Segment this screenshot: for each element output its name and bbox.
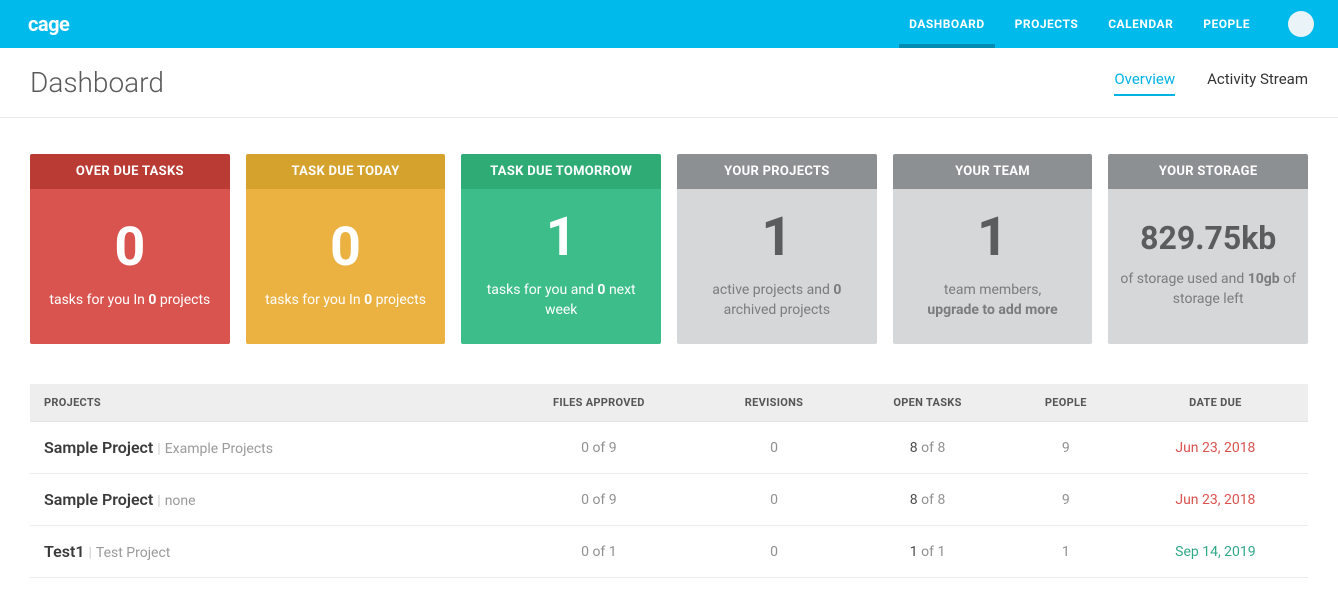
tab-overview[interactable]: Overview: [1114, 70, 1175, 96]
topbar: cage DASHBOARD PROJECTS CALENDAR PEOPLE: [0, 0, 1338, 48]
summary-card-5[interactable]: YOUR STORAGE 829.75kb of storage used and …: [1108, 154, 1308, 344]
summary-card-1[interactable]: TASK DUE TODAY 0 tasks for you In 0 projec…: [246, 154, 446, 344]
cell-project: Sample Project| Example Projects: [30, 422, 496, 474]
cell-project: Test1| Test Project: [30, 526, 496, 578]
summary-card-0[interactable]: OVER DUE TASKS 0 tasks for you In 0 projec…: [30, 154, 230, 344]
summary-card-2[interactable]: TASK DUE TOMORROW 1 tasks for you and 0 ne…: [461, 154, 661, 344]
card-value: 1: [977, 211, 1008, 265]
project-folder: none: [165, 493, 196, 509]
cell-people: 9: [1009, 474, 1123, 526]
tab-activity-stream[interactable]: Activity Stream: [1207, 70, 1308, 96]
summary-cards: OVER DUE TASKS 0 tasks for you In 0 projec…: [0, 118, 1338, 344]
cell-open-tasks: 8 of 8: [846, 422, 1009, 474]
projects-table-wrap: PROJECTSFILES APPROVEDREVISIONSOPEN TASK…: [0, 344, 1338, 598]
card-subtext: tasks for you In 0 projects: [49, 291, 210, 311]
subnav: Overview Activity Stream: [1114, 70, 1308, 96]
card-subtext: team members,upgrade to add more: [927, 281, 1057, 320]
nav-link-dashboard[interactable]: DASHBOARD: [909, 0, 984, 48]
summary-card-4[interactable]: YOUR TEAM 1 team members,upgrade to add mo…: [893, 154, 1093, 344]
projects-table-body: Sample Project|Example Projects0 of 908 …: [30, 422, 1308, 578]
card-subtext: tasks for you and 0 next week: [471, 281, 651, 320]
logo: cage: [28, 12, 69, 36]
separator: |: [157, 493, 160, 509]
cell-project: Sample Project| none: [30, 474, 496, 526]
nav-link-projects[interactable]: PROJECTS: [1015, 0, 1079, 48]
summary-card-3[interactable]: YOUR PROJECTS 1 active projects and 0 arch…: [677, 154, 877, 344]
page-title: Dashboard: [30, 66, 164, 99]
cell-files-approved: 0 of 9: [496, 422, 702, 474]
table-header: PEOPLE: [1009, 384, 1123, 422]
table-row[interactable]: Sample Project| Example Projects 0 of 908 …: [30, 422, 1308, 474]
avatar[interactable]: [1288, 11, 1314, 37]
project-name: Sample Project: [44, 490, 153, 509]
card-header: YOUR TEAM: [893, 154, 1093, 189]
card-header: YOUR PROJECTS: [677, 154, 877, 189]
table-row[interactable]: Test1| Test Project 0 of 101 of 11Sep 14, …: [30, 526, 1308, 578]
project-name: Test1: [44, 542, 84, 561]
cell-people: 9: [1009, 422, 1123, 474]
cell-revisions: 0: [702, 474, 847, 526]
project-name: Sample Project: [44, 438, 153, 457]
card-subtext: active projects and 0 archived projects: [687, 281, 867, 320]
cell-date-due: Jun 23, 2018: [1123, 474, 1308, 526]
cell-files-approved: 0 of 1: [496, 526, 702, 578]
card-header: TASK DUE TODAY: [246, 154, 446, 189]
card-value: 0: [330, 221, 361, 275]
cell-date-due: Jun 23, 2018: [1123, 422, 1308, 474]
cell-revisions: 0: [702, 526, 847, 578]
nav-link-people[interactable]: PEOPLE: [1203, 0, 1250, 48]
card-value: 1: [546, 211, 577, 265]
cell-open-tasks: 1 of 1: [846, 526, 1009, 578]
separator: |: [88, 545, 91, 561]
card-body: 1 tasks for you and 0 next week: [461, 189, 661, 344]
project-folder: Test Project: [96, 545, 170, 561]
card-body: 0 tasks for you In 0 projects: [246, 189, 446, 344]
table-row[interactable]: Sample Project| none 0 of 908 of 89Jun 23,…: [30, 474, 1308, 526]
card-header: TASK DUE TOMORROW: [461, 154, 661, 189]
card-body: 1 active projects and 0 archived projects: [677, 189, 877, 344]
card-header: YOUR STORAGE: [1108, 154, 1308, 189]
separator: |: [157, 441, 160, 457]
projects-table: PROJECTSFILES APPROVEDREVISIONSOPEN TASK…: [30, 384, 1308, 578]
card-body: 1 team members,upgrade to add more: [893, 189, 1093, 344]
card-subtext: tasks for you In 0 projects: [265, 291, 426, 311]
card-body: 829.75kb of storage used and 10gb of stor…: [1108, 189, 1308, 344]
cell-open-tasks: 8 of 8: [846, 474, 1009, 526]
cell-people: 1: [1009, 526, 1123, 578]
table-header: FILES APPROVED: [496, 384, 702, 422]
table-header: OPEN TASKS: [846, 384, 1009, 422]
table-header: REVISIONS: [702, 384, 847, 422]
subheader: Dashboard Overview Activity Stream: [0, 48, 1338, 118]
nav-link-calendar[interactable]: CALENDAR: [1108, 0, 1173, 48]
table-header: DATE DUE: [1123, 384, 1308, 422]
top-nav: DASHBOARD PROJECTS CALENDAR PEOPLE: [909, 0, 1314, 48]
card-value: 1: [761, 211, 792, 265]
card-body: 0 tasks for you In 0 projects: [30, 189, 230, 344]
cell-date-due: Sep 14, 2019: [1123, 526, 1308, 578]
table-header-row: PROJECTSFILES APPROVEDREVISIONSOPEN TASK…: [30, 384, 1308, 422]
card-value: 0: [114, 221, 145, 275]
cell-revisions: 0: [702, 422, 847, 474]
project-folder: Example Projects: [165, 441, 273, 457]
card-header: OVER DUE TASKS: [30, 154, 230, 189]
card-value: 829.75kb: [1140, 222, 1276, 254]
table-header: PROJECTS: [30, 384, 496, 422]
card-subtext: of storage used and 10gb of storage left: [1118, 270, 1298, 309]
cell-files-approved: 0 of 9: [496, 474, 702, 526]
